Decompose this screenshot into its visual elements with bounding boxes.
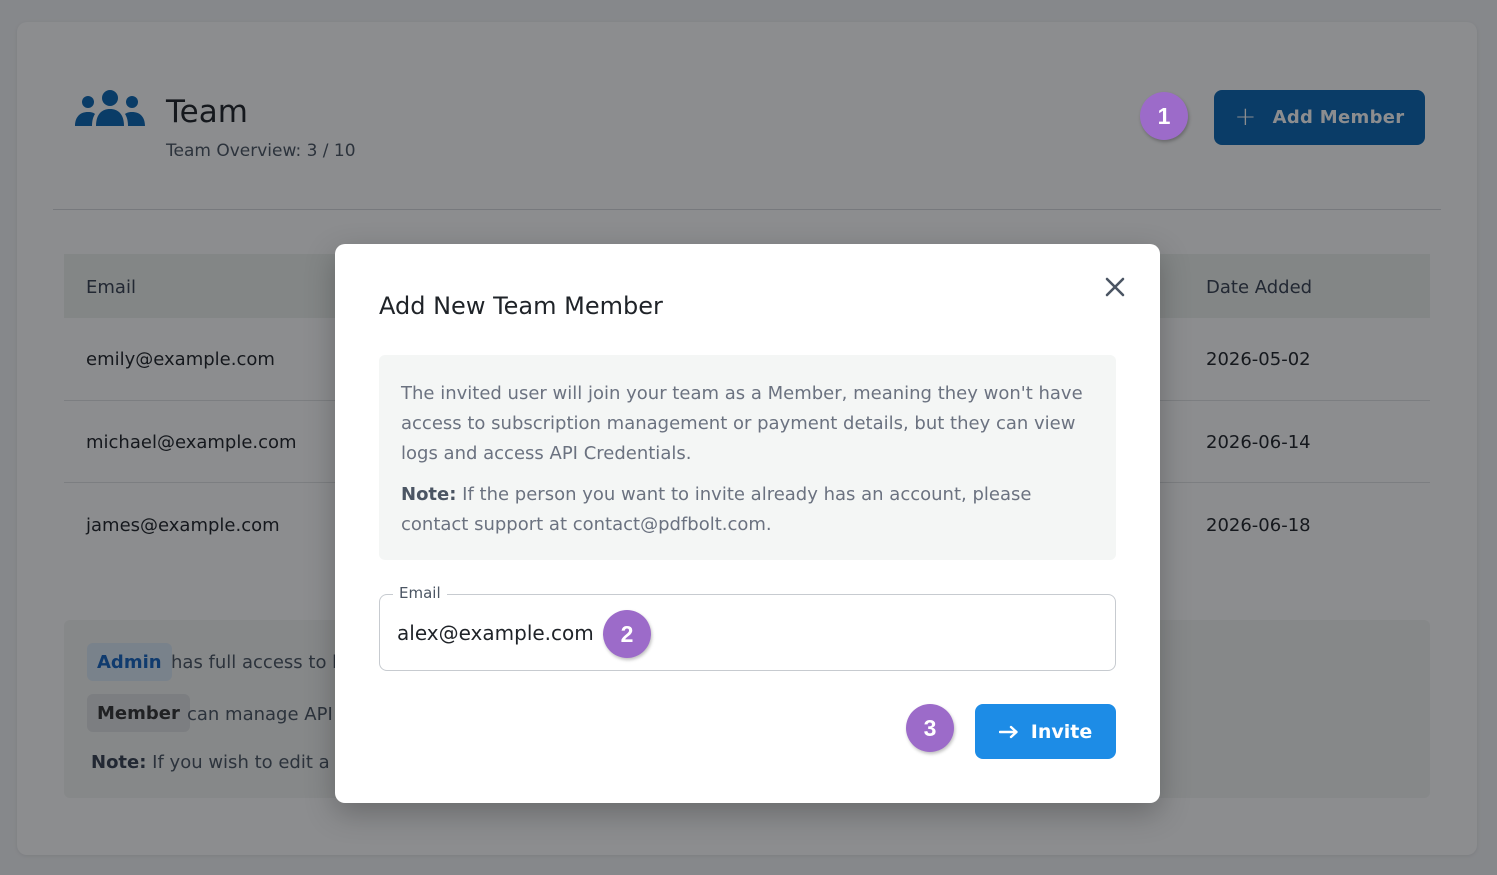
invite-note: Note: If the person you want to invite a… bbox=[401, 480, 1094, 540]
add-member-modal: Add New Team Member The invited user wil… bbox=[335, 244, 1160, 803]
step-badge-1: 1 bbox=[1140, 92, 1188, 140]
step-badge-3: 3 bbox=[906, 704, 954, 752]
modal-title: Add New Team Member bbox=[379, 292, 663, 320]
invite-info-text: The invited user will join your team as … bbox=[401, 383, 1083, 464]
invite-button[interactable]: Invite bbox=[975, 704, 1116, 759]
email-field[interactable]: Email bbox=[379, 584, 1116, 671]
email-input[interactable] bbox=[397, 613, 597, 653]
step-badge-2: 2 bbox=[603, 610, 651, 658]
invite-label: Invite bbox=[1030, 720, 1093, 743]
invite-info-box: The invited user will join your team as … bbox=[379, 355, 1116, 560]
invite-note-label: Note: bbox=[401, 484, 457, 505]
arrow-right-icon bbox=[998, 725, 1018, 738]
invite-note-text: If the person you want to invite already… bbox=[401, 484, 1032, 535]
close-icon[interactable] bbox=[1102, 274, 1128, 300]
email-field-label: Email bbox=[393, 584, 447, 602]
